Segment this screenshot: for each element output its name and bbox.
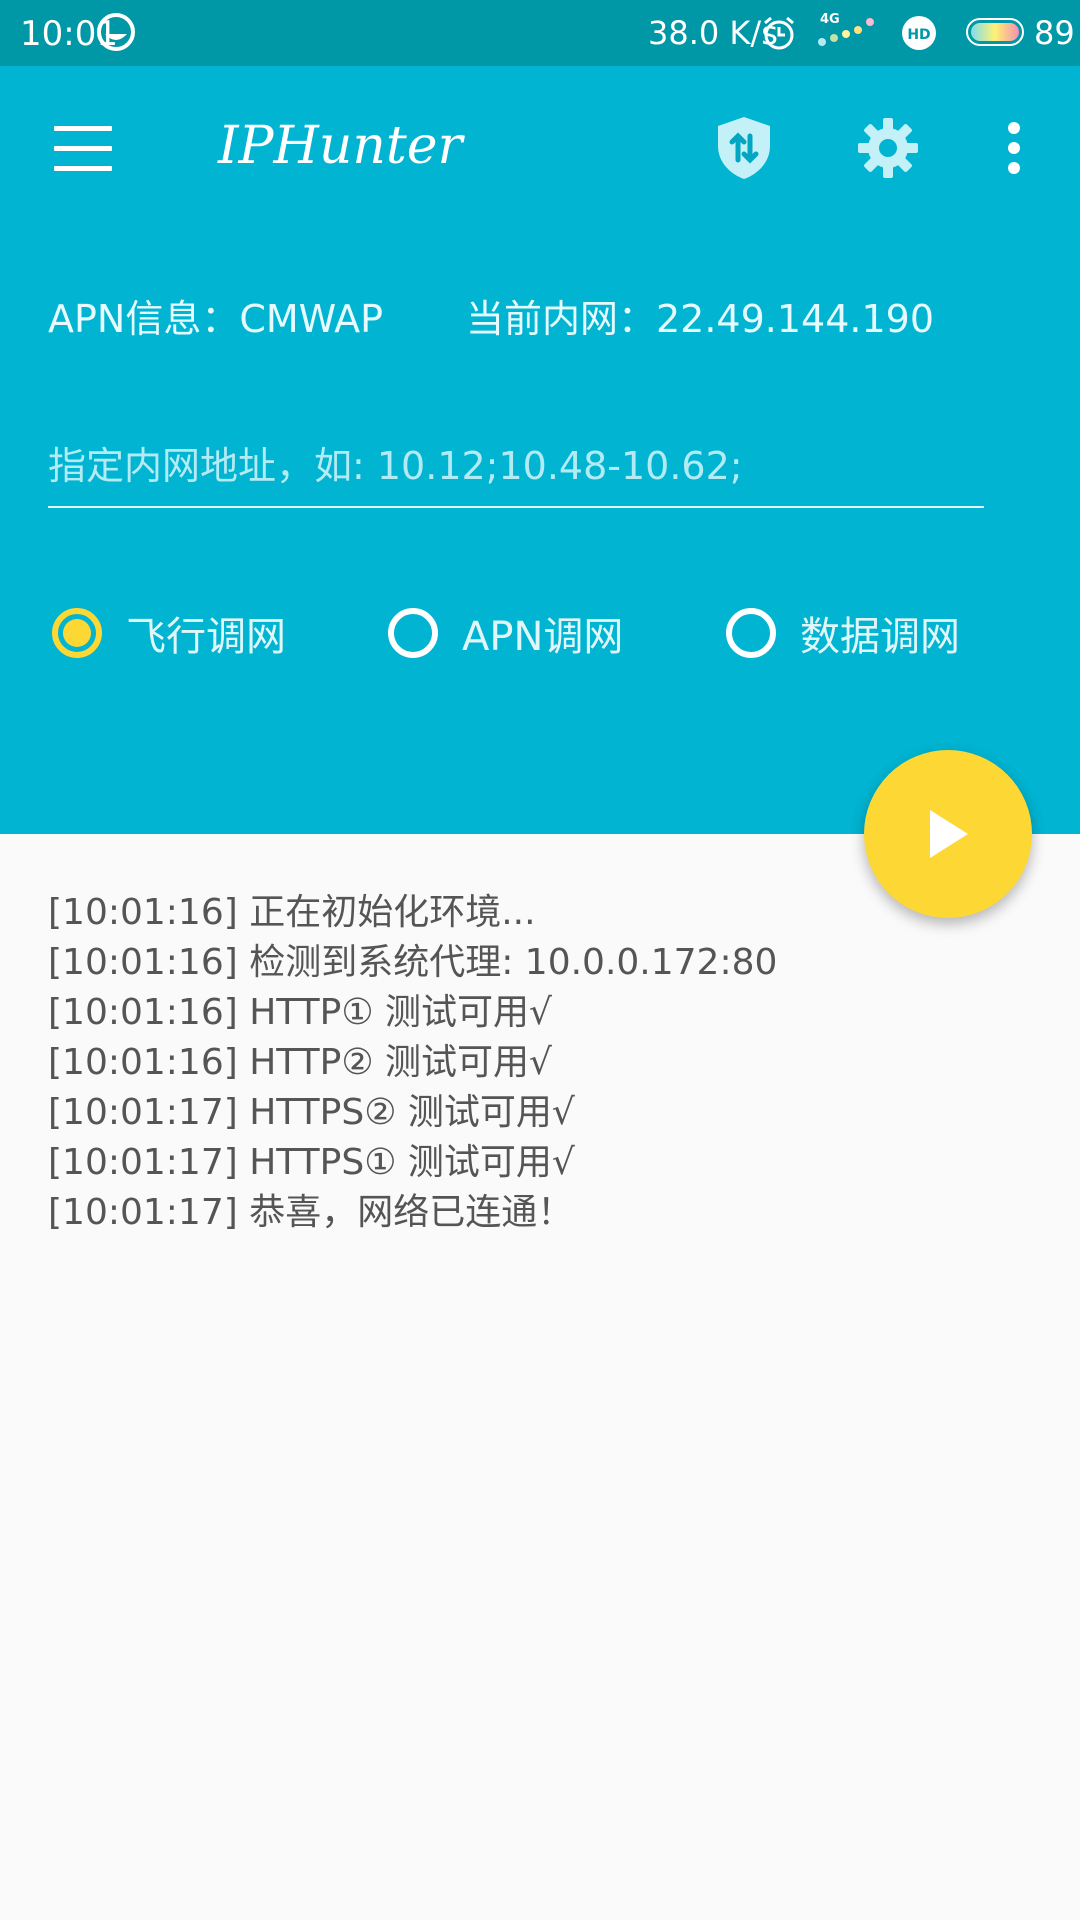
radio-checked-icon: [52, 608, 102, 658]
log-line: [10:01:16] 正在初始化环境...: [48, 892, 536, 933]
radio-label: 数据调网: [800, 614, 960, 660]
radio-data-mode[interactable]: 数据调网: [726, 604, 960, 662]
battery-icon: [966, 18, 1024, 46]
intranet-info: 当前内网：22.49.144.190: [466, 297, 935, 341]
intranet-address-input[interactable]: [48, 426, 984, 508]
network-type: 4G: [820, 12, 840, 27]
app-title: IPHunter: [218, 116, 463, 176]
radio-label: APN调网: [462, 614, 624, 660]
log-line: [10:01:17] HTTPS① 测试可用√: [48, 1142, 575, 1183]
network-info: APN信息：CMWAP 当前内网：22.49.144.190: [48, 288, 934, 343]
more-vert-icon[interactable]: [990, 114, 1038, 182]
log-line: [10:01:16] HTTP① 测试可用√: [48, 992, 553, 1033]
alarm-icon: [764, 16, 794, 50]
radio-unchecked-icon: [726, 608, 776, 658]
radio-label: 飞行调网: [126, 614, 286, 660]
battery-level: 89: [1034, 14, 1075, 52]
mode-radio-group: 飞行调网 APN调网 数据调网: [0, 604, 1080, 684]
menu-icon: [54, 126, 112, 131]
menu-button[interactable]: [54, 126, 112, 172]
control-panel: IPHunter APN信息：CMWAP 当前内网：22.49.144.190 …: [0, 66, 1080, 834]
radio-airplane-mode[interactable]: 飞行调网: [52, 604, 286, 662]
status-bar: 10:01 38.0 K/s 4G HD 89: [0, 0, 1080, 66]
log-output: [10:01:16] 正在初始化环境... [10:01:16] 检测到系统代理…: [48, 888, 1028, 1238]
toolbar: IPHunter: [0, 66, 1080, 236]
play-icon: [930, 810, 968, 858]
network-speed: 38.0 K/s: [648, 14, 778, 52]
hd-icon: HD: [902, 16, 936, 50]
log-line: [10:01:17] 恭喜，网络已连通！: [48, 1192, 574, 1233]
svg-text:HD: HD: [907, 27, 930, 43]
radio-unchecked-icon: [388, 608, 438, 658]
shield-icon[interactable]: [712, 114, 776, 182]
log-line: [10:01:17] HTTPS② 测试可用√: [48, 1092, 575, 1133]
apn-info: APN信息：CMWAP: [48, 297, 384, 341]
app-notification-icon: [97, 13, 135, 51]
gear-icon[interactable]: [856, 114, 920, 182]
log-line: [10:01:16] HTTP② 测试可用√: [48, 1042, 553, 1083]
radio-apn-mode[interactable]: APN调网: [388, 604, 623, 662]
log-line: [10:01:16] 检测到系统代理: 10.0.0.172:80: [48, 942, 778, 983]
